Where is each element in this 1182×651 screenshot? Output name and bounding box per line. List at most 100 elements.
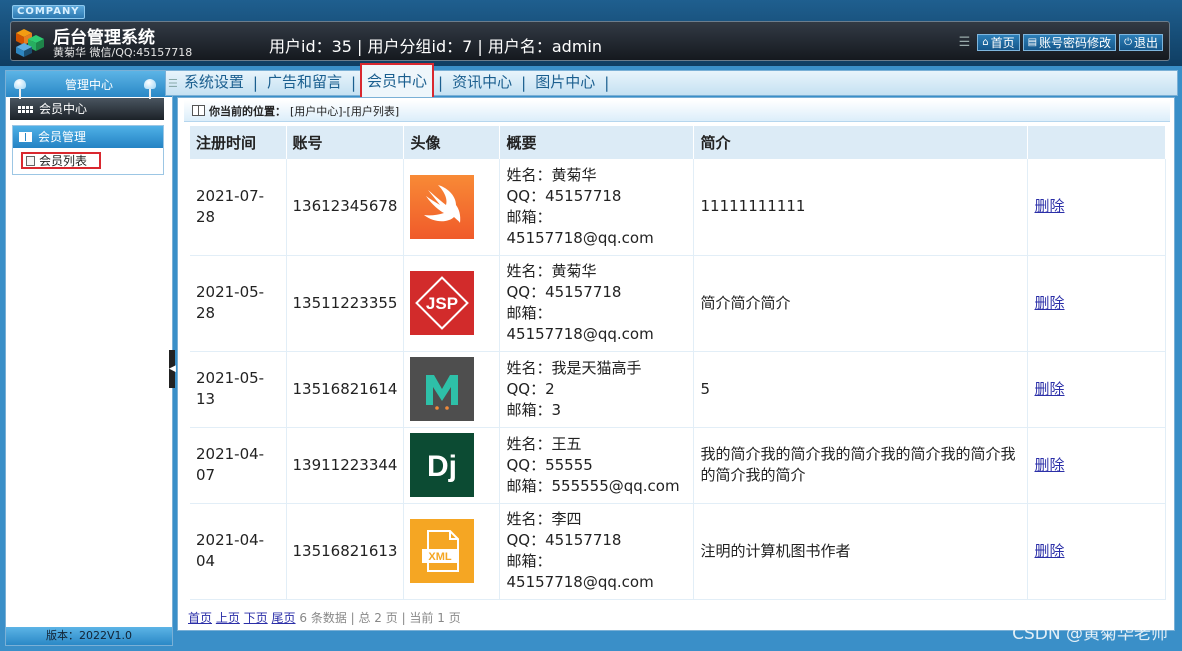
tab-separator: | <box>438 74 444 92</box>
sidebar-group-header[interactable]: 会员管理 <box>13 126 163 148</box>
sidebar-section-member-center[interactable]: 会员中心 <box>10 98 164 120</box>
csdn-watermark: CSDN @黄菊华老师 <box>1012 624 1168 644</box>
table-row: 2021-04-07 13911223344 Dj 姓名：王五 QQ：55555… <box>190 427 1166 504</box>
summary-line: 姓名：我是天猫高手 <box>506 358 642 377</box>
menu-lines-icon: ☰ <box>958 35 971 50</box>
sidebar: 管理中心 会员中心 会员管理 会员列表 版本：2022V1.0 <box>5 70 173 646</box>
cell-intro: 简介简介简介 <box>693 255 1029 352</box>
tab-news-center[interactable]: 资讯中心 <box>447 70 517 96</box>
tab-member-center[interactable]: 会员中心 <box>360 63 435 99</box>
pin-icon <box>14 79 26 99</box>
summary-line: 邮箱： <box>506 207 552 226</box>
cell-account: 13511223355 <box>286 255 405 352</box>
main-panel: 你当前的位置： [用户中心]-[用户列表] 注册时间 账号 头像 概要 简介 2… <box>177 97 1175 631</box>
cell-date: 2021-07-28 <box>190 159 287 256</box>
cell-date: 2021-05-13 <box>190 351 287 428</box>
sidebar-group-member-management: 会员管理 会员列表 <box>12 125 164 175</box>
column-header-date: 注册时间 <box>190 126 287 159</box>
sidebar-header: 管理中心 <box>6 71 172 99</box>
summary-line: QQ：45157718 <box>506 531 622 549</box>
sidebar-item-member-list: 会员列表 <box>13 148 163 174</box>
column-header-intro: 简介 <box>693 126 1029 159</box>
home-icon: ⌂ <box>982 36 989 48</box>
tab-separator: | <box>604 74 610 92</box>
summary-line: 45157718@qq.com <box>506 228 654 247</box>
member-list-link[interactable]: 会员列表 <box>21 152 102 169</box>
power-icon: ⏻ <box>1124 36 1132 48</box>
delete-link[interactable]: 删除 <box>1034 456 1064 474</box>
cell-date: 2021-05-28 <box>190 255 287 352</box>
summary-line: QQ：45157718 <box>506 186 622 205</box>
delete-link[interactable]: 删除 <box>1034 197 1064 215</box>
tab-separator: | <box>350 74 357 92</box>
cell-account: 13516821614 <box>286 351 405 428</box>
delete-link[interactable]: 删除 <box>1034 542 1064 560</box>
version-footer: 版本：2022V1.0 <box>6 627 172 645</box>
logout-label: 退出 <box>1133 35 1158 50</box>
tab-separator: | <box>521 74 527 92</box>
cubes-logo-icon <box>16 29 44 57</box>
pagination: 首页 上页 下页 尾页 6 条数据 | 总 2 页 | 当前 1 页 <box>188 609 461 626</box>
cell-account: 13516821613 <box>286 503 405 600</box>
m-logo-icon <box>410 357 475 421</box>
cell-date: 2021-04-04 <box>190 503 287 600</box>
next-page-link[interactable]: 下页 <box>244 611 268 625</box>
svg-text:Dj: Dj <box>427 450 457 483</box>
menu-lines-icon: ☰ <box>168 76 178 90</box>
tab-system-settings[interactable]: 系统设置 <box>179 70 249 96</box>
cell-avatar <box>403 351 501 428</box>
delete-link[interactable]: 删除 <box>1034 294 1064 312</box>
change-password-button[interactable]: ▤ 账号密码修改 <box>1022 34 1117 51</box>
breadcrumb: 你当前的位置： [用户中心]-[用户列表] <box>184 100 1170 122</box>
logout-button[interactable]: ⏻ 退出 <box>1119 34 1163 51</box>
summary-line: QQ：2 <box>506 379 555 398</box>
home-button[interactable]: ⌂ 首页 <box>977 34 1020 51</box>
cell-intro: 注明的计算机图书作者 <box>693 503 1029 600</box>
table-row: 2021-05-13 13516821614 姓名：我是天猫高手 QQ：2 邮箱… <box>190 351 1166 428</box>
prev-page-link[interactable]: 上页 <box>216 611 240 625</box>
column-header-avatar: 头像 <box>403 126 501 159</box>
summary-line: 45157718@qq.com <box>506 573 654 591</box>
summary-line: QQ：55555 <box>506 455 593 474</box>
table-header-row: 注册时间 账号 头像 概要 简介 <box>190 126 1166 159</box>
sidebar-title: 管理中心 <box>64 78 113 92</box>
summary-line: 45157718@qq.com <box>506 325 654 343</box>
summary-line: 姓名：黄菊华 <box>506 262 597 280</box>
cell-action: 删除 <box>1027 503 1166 600</box>
cell-intro: 我的简介我的简介我的简介我的简介我的简介我的简介我的简介 <box>693 427 1029 504</box>
jsp-logo-icon: JSP <box>410 271 475 335</box>
cell-summary: 姓名：王五 QQ：55555 邮箱：555555@qq.com <box>499 427 695 504</box>
tab-ads-messages[interactable]: 广告和留言 <box>262 70 347 96</box>
cell-summary: 姓名：黄菊华 QQ：45157718 邮箱： 45157718@qq.com <box>499 159 695 256</box>
summary-line: 姓名：李四 <box>506 510 582 528</box>
cell-account: 13612345678 <box>286 159 405 256</box>
table-row: 2021-05-28 13511223355 JSP 姓名：黄菊华 QQ：451… <box>190 255 1166 352</box>
cell-action: 删除 <box>1027 427 1166 504</box>
summary-line: QQ：45157718 <box>506 283 622 301</box>
home-label: 首页 <box>990 35 1015 50</box>
django-logo-icon: Dj <box>410 433 475 497</box>
cell-account: 13911223344 <box>286 427 405 504</box>
member-list-label: 会员列表 <box>39 154 88 168</box>
breadcrumb-path: [用户中心]-[用户列表] <box>290 104 400 118</box>
cell-action: 删除 <box>1027 255 1166 352</box>
grid-icon <box>18 105 33 113</box>
first-page-link[interactable]: 首页 <box>188 611 212 625</box>
change-password-label: 账号密码修改 <box>1039 35 1112 50</box>
column-header-action <box>1027 126 1166 159</box>
document-icon <box>26 155 35 166</box>
last-page-link[interactable]: 尾页 <box>272 611 296 625</box>
delete-link[interactable]: 删除 <box>1034 380 1064 398</box>
sidebar-group-label: 会员管理 <box>38 130 87 144</box>
top-nav: ☰ ⌂ 首页 ▤ 账号密码修改 ⏻ 退出 <box>959 34 1163 51</box>
chevron-left-icon: ◀ <box>169 364 176 374</box>
cell-summary: 姓名：我是天猫高手 QQ：2 邮箱：3 <box>499 351 695 428</box>
cell-intro: 5 <box>693 351 1029 428</box>
svg-text:XML: XML <box>429 551 453 563</box>
sidebar-toggle[interactable]: ◀ <box>169 350 176 388</box>
summary-line: 邮箱： <box>506 304 552 322</box>
member-table: 注册时间 账号 头像 概要 简介 2021-07-28 13612345678 <box>190 126 1166 600</box>
tab-image-center[interactable]: 图片中心 <box>530 70 600 96</box>
table-row: 2021-07-28 13612345678 姓名：黄菊华 QQ：4515771… <box>190 159 1166 256</box>
pagination-info: 6 条数据 | 总 2 页 | 当前 1 页 <box>299 611 461 625</box>
